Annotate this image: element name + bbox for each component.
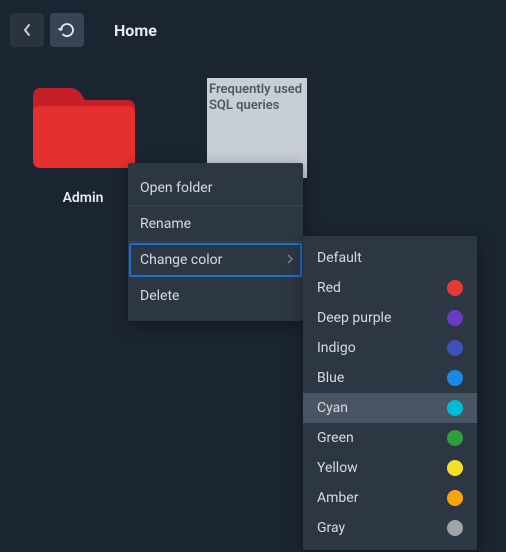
menu-item-rename[interactable]: Rename xyxy=(128,206,303,242)
color-option-label: Cyan xyxy=(317,400,348,416)
color-option-cyan[interactable]: Cyan xyxy=(303,393,477,423)
back-button[interactable] xyxy=(10,13,44,47)
color-swatch xyxy=(447,370,463,386)
color-swatch xyxy=(447,430,463,446)
color-option-label: Default xyxy=(317,250,362,266)
color-submenu: Default Red Deep purple Indigo Blue Cyan Green… xyxy=(303,236,477,550)
color-option-yellow[interactable]: Yellow xyxy=(303,453,477,483)
color-option-deep-purple[interactable]: Deep purple xyxy=(303,303,477,333)
color-swatch xyxy=(447,490,463,506)
refresh-button[interactable] xyxy=(50,13,84,47)
color-option-green[interactable]: Green xyxy=(303,423,477,453)
color-option-label: Gray xyxy=(317,520,345,536)
context-menu: Open folder Rename Change color Delete xyxy=(128,163,303,321)
header-bar: Home xyxy=(0,0,506,60)
chevron-left-icon xyxy=(22,23,32,37)
menu-item-change-color[interactable]: Change color xyxy=(128,242,303,278)
color-option-label: Red xyxy=(317,280,341,296)
menu-item-label: Delete xyxy=(140,288,179,304)
color-swatch xyxy=(447,310,463,326)
color-swatch xyxy=(447,340,463,356)
color-option-label: Deep purple xyxy=(317,310,391,326)
tile-label: Admin xyxy=(63,190,104,206)
color-option-label: Green xyxy=(317,430,354,446)
refresh-icon xyxy=(58,21,76,39)
color-option-amber[interactable]: Amber xyxy=(303,483,477,513)
menu-item-delete[interactable]: Delete xyxy=(128,278,303,314)
color-option-label: Blue xyxy=(317,370,344,386)
color-option-label: Indigo xyxy=(317,340,356,356)
color-option-default[interactable]: Default xyxy=(303,243,477,273)
color-option-indigo[interactable]: Indigo xyxy=(303,333,477,363)
color-swatch xyxy=(447,280,463,296)
menu-item-label: Change color xyxy=(140,252,222,268)
page-title: Home xyxy=(114,21,157,40)
folder-icon xyxy=(27,84,139,172)
color-option-gray[interactable]: Gray xyxy=(303,513,477,543)
menu-item-label: Rename xyxy=(140,216,191,232)
menu-item-open-folder[interactable]: Open folder xyxy=(128,170,303,206)
color-option-blue[interactable]: Blue xyxy=(303,363,477,393)
color-swatch xyxy=(447,460,463,476)
menu-item-label: Open folder xyxy=(140,180,212,196)
color-option-label: Amber xyxy=(317,490,358,506)
color-option-red[interactable]: Red xyxy=(303,273,477,303)
chevron-right-icon xyxy=(287,252,293,268)
color-option-label: Yellow xyxy=(317,460,358,476)
color-swatch xyxy=(447,400,463,416)
color-swatch xyxy=(447,520,463,536)
